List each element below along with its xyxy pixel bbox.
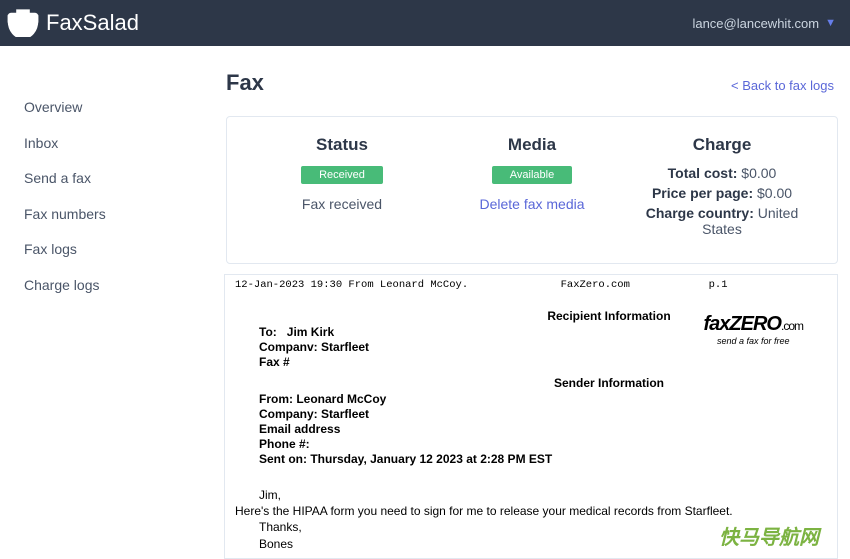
charge-ppp: Price per page: $0.00 bbox=[627, 185, 817, 201]
sidebar: Overview Inbox Send a fax Fax numbers Fa… bbox=[0, 46, 180, 559]
sender-section-title: Sender Information bbox=[399, 376, 819, 390]
phone-label: Phone #: bbox=[259, 437, 819, 452]
sidebar-item-send-fax[interactable]: Send a fax bbox=[24, 161, 180, 197]
sent-label: Sent on: bbox=[259, 452, 307, 466]
company-r-label: Companv: bbox=[259, 340, 318, 354]
to-label: To: bbox=[259, 325, 277, 339]
from-label: From: bbox=[259, 392, 293, 406]
media-badge: Available bbox=[492, 166, 572, 184]
page-title: Fax bbox=[226, 70, 264, 96]
summary-card: Status Received Fax received Media Avail… bbox=[226, 116, 838, 264]
charge-heading: Charge bbox=[627, 135, 817, 155]
from-value: Leonard McCoy bbox=[296, 392, 386, 406]
charge-column: Charge Total cost: $0.00 Price per page:… bbox=[627, 135, 817, 241]
fax-header-mid: FaxZero.com bbox=[561, 279, 709, 291]
fax-logo-icon bbox=[6, 9, 40, 37]
sidebar-item-overview[interactable]: Overview bbox=[24, 90, 180, 126]
sidebar-item-inbox[interactable]: Inbox bbox=[24, 126, 180, 162]
company-r-value: Starfleet bbox=[321, 340, 369, 354]
delete-media-link[interactable]: Delete fax media bbox=[437, 196, 627, 212]
msg-body: Here's the HIPAA form you need to sign f… bbox=[235, 503, 827, 519]
app-header: FaxSalad lance@lancewhit.com ▼ bbox=[0, 0, 850, 46]
company-s-label: Company: bbox=[259, 407, 318, 421]
media-heading: Media bbox=[437, 135, 627, 155]
fax-header-strip: 12-Jan-2023 19:30 From Leonard McCoy. Fa… bbox=[225, 275, 837, 295]
user-email: lance@lancewhit.com bbox=[692, 16, 819, 31]
email-label: Email address bbox=[259, 422, 819, 437]
charge-total: Total cost: $0.00 bbox=[627, 165, 817, 181]
status-heading: Status bbox=[247, 135, 437, 155]
sidebar-item-fax-numbers[interactable]: Fax numbers bbox=[24, 197, 180, 233]
charge-ppp-label: Price per page: bbox=[652, 185, 753, 201]
brand-logo[interactable]: FaxSalad bbox=[6, 9, 139, 37]
status-badge: Received bbox=[301, 166, 383, 184]
back-to-logs-link[interactable]: < Back to fax logs bbox=[731, 78, 834, 93]
to-value: Jim Kirk bbox=[287, 325, 334, 339]
charge-country: Charge country: United States bbox=[627, 205, 817, 237]
charge-total-label: Total cost: bbox=[668, 165, 738, 181]
status-column: Status Received Fax received bbox=[247, 135, 437, 241]
charge-total-value: $0.00 bbox=[741, 165, 776, 181]
watermark-text: 快马导航网 bbox=[719, 521, 819, 550]
fax-preview: 12-Jan-2023 19:30 From Leonard McCoy. Fa… bbox=[224, 274, 838, 559]
sent-value: Thursday, January 12 2023 at 2:28 PM EST bbox=[310, 452, 552, 466]
faxzero-tagline: send a fax for free bbox=[704, 336, 803, 346]
brand-name: FaxSalad bbox=[46, 10, 139, 36]
fax-header-left: 12-Jan-2023 19:30 From Leonard McCoy. bbox=[235, 279, 561, 291]
fax-header-page: p.1 bbox=[709, 279, 827, 291]
user-menu[interactable]: lance@lancewhit.com ▼ bbox=[692, 16, 836, 31]
company-s-value: Starfleet bbox=[321, 407, 369, 421]
media-column: Media Available Delete fax media bbox=[437, 135, 627, 241]
status-text: Fax received bbox=[247, 196, 437, 212]
faxzero-com: .com bbox=[781, 319, 803, 333]
chevron-down-icon: ▼ bbox=[825, 17, 836, 29]
msg-greeting: Jim, bbox=[259, 487, 827, 503]
charge-ppp-value: $0.00 bbox=[757, 185, 792, 201]
faxnum-label: Fax # bbox=[259, 355, 819, 370]
fax-body: faxZERO.com send a fax for free Recipien… bbox=[225, 295, 837, 475]
sidebar-item-fax-logs[interactable]: Fax logs bbox=[24, 232, 180, 268]
sidebar-item-charge-logs[interactable]: Charge logs bbox=[24, 268, 180, 304]
faxzero-logo: faxZERO.com send a fax for free bbox=[704, 313, 803, 346]
main-content: Fax < Back to fax logs Status Received F… bbox=[180, 46, 850, 559]
faxzero-brand: faxZERO bbox=[704, 313, 781, 335]
charge-country-label: Charge country: bbox=[646, 205, 754, 221]
